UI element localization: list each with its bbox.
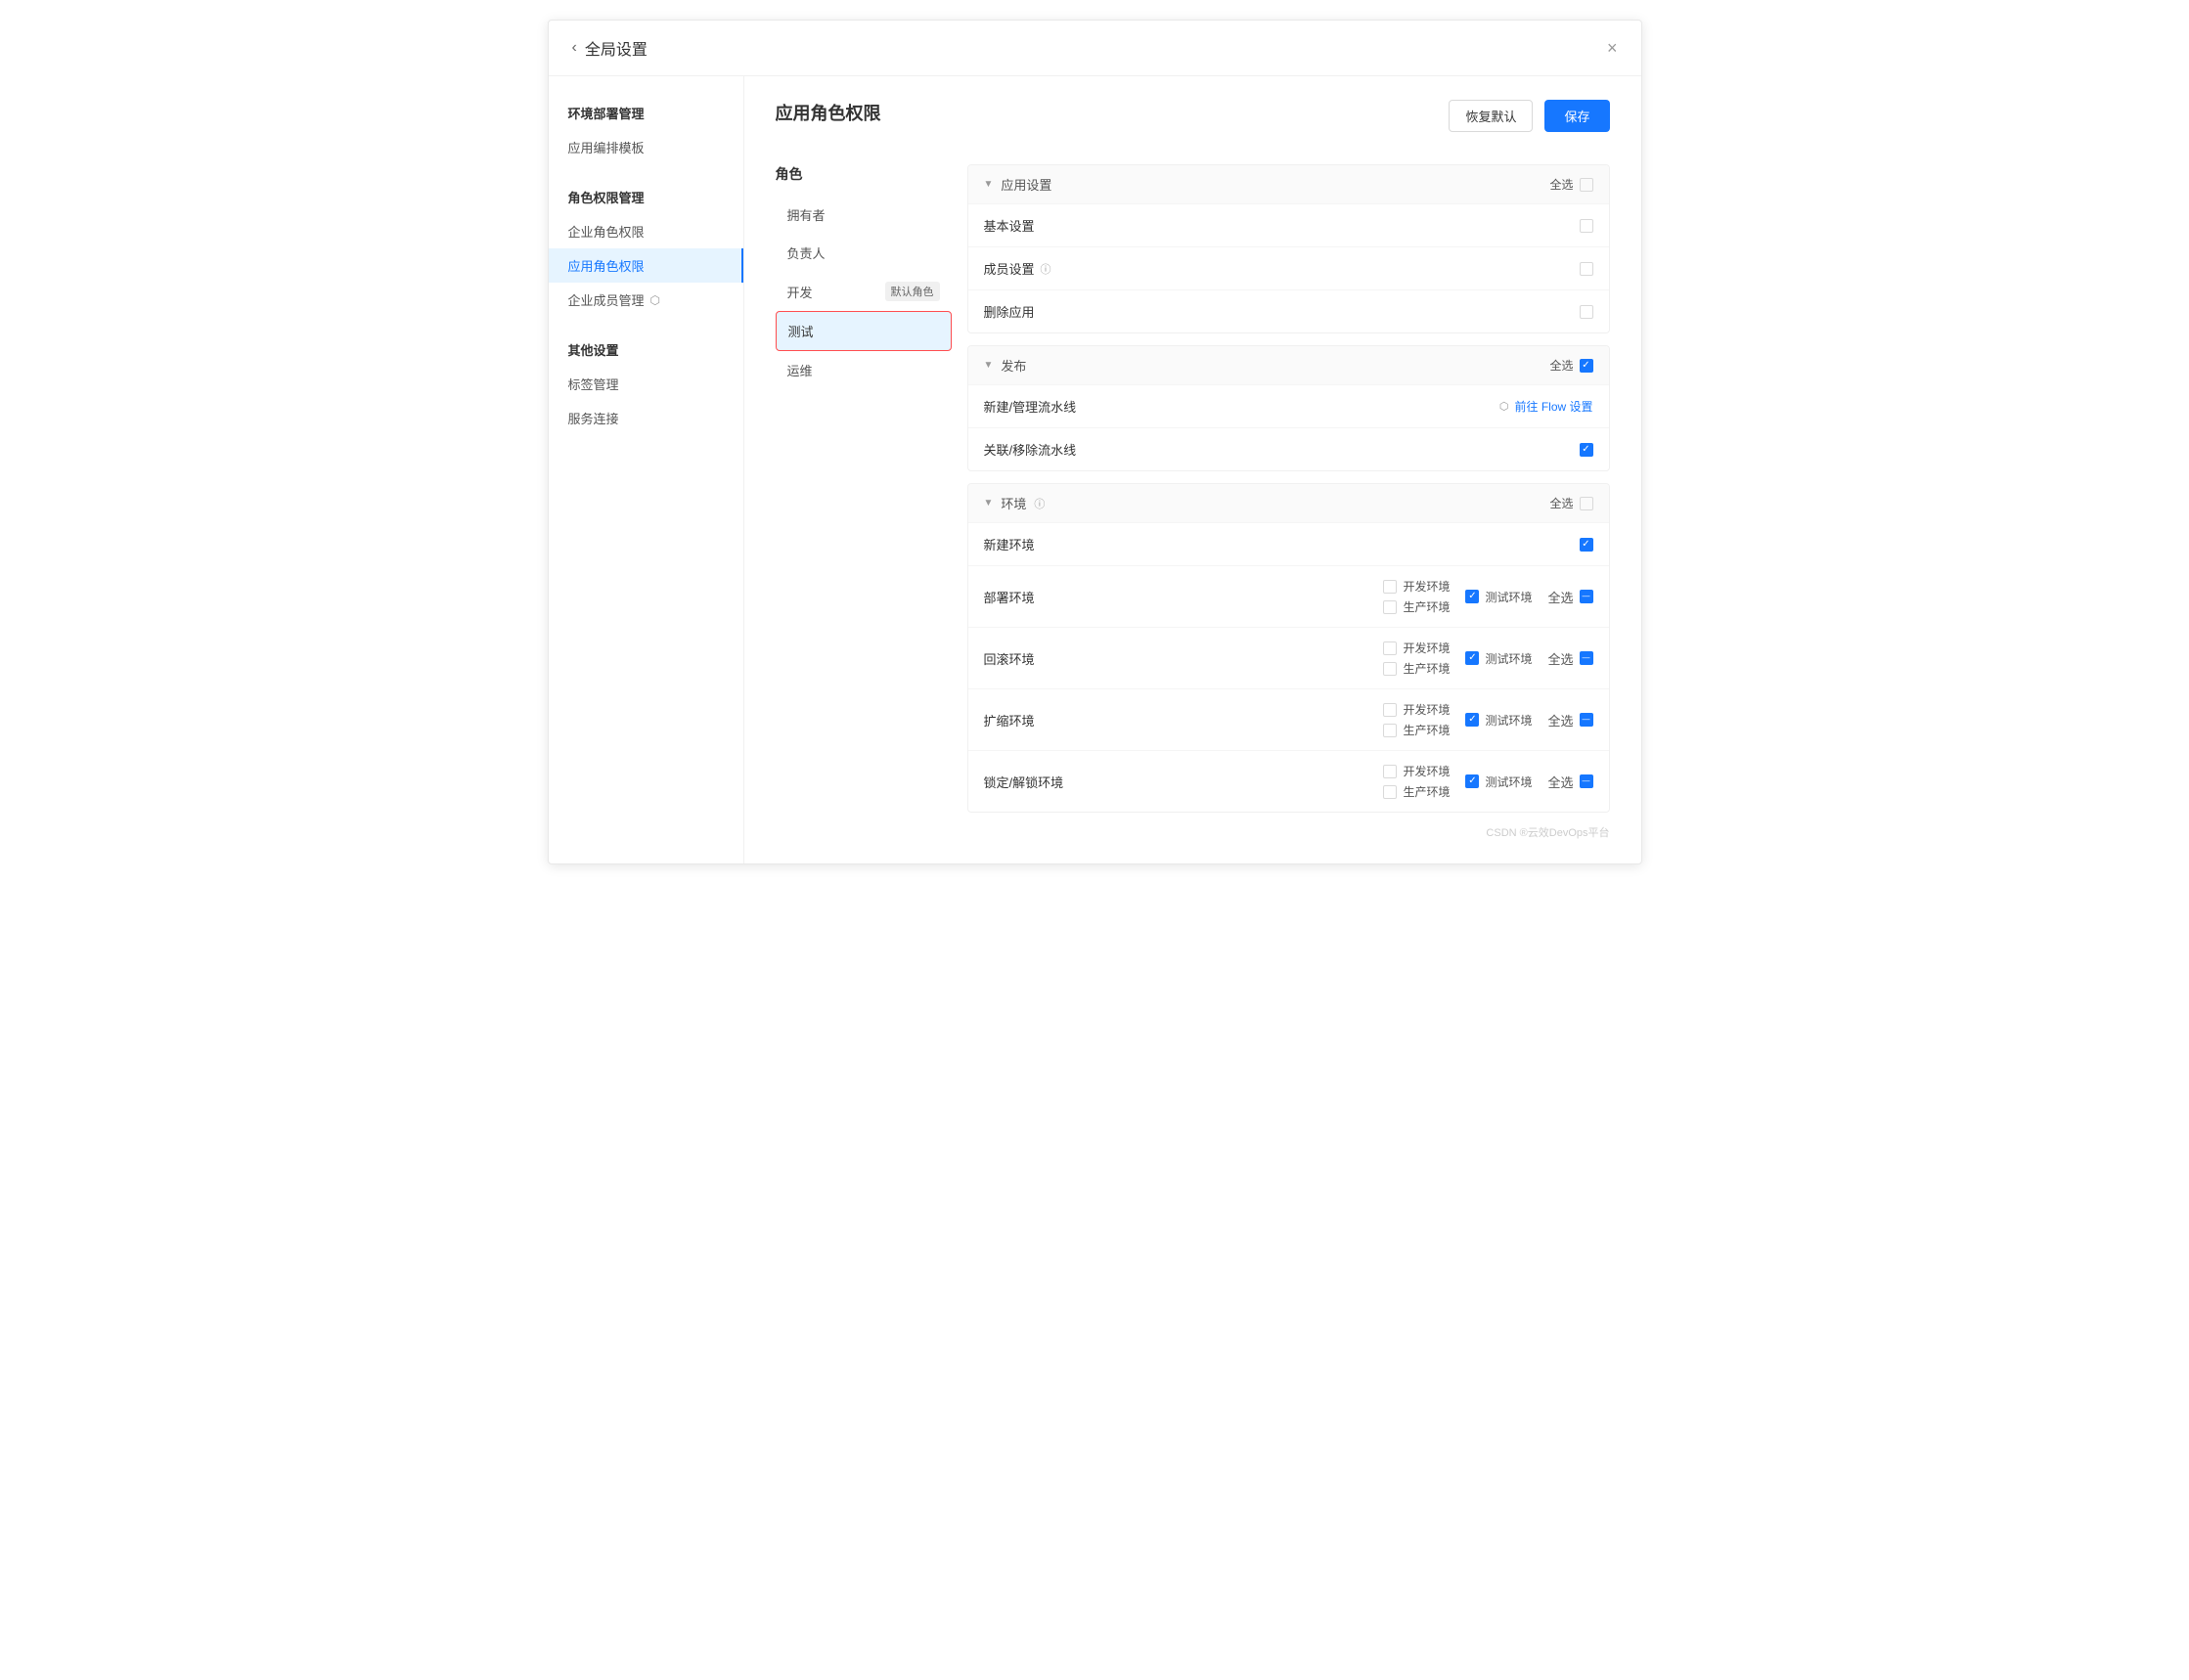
header: ‹ 全局设置 ×: [549, 21, 1641, 76]
group-header-env: ▼ 环境 ⓘ 全选: [968, 484, 1609, 522]
checkbox-lock-dev[interactable]: [1383, 765, 1397, 778]
checkbox-scale-test[interactable]: [1465, 713, 1479, 727]
sidebar-item-service-connect[interactable]: 服务连接: [549, 401, 743, 435]
checkbox-lock-test[interactable]: [1465, 774, 1479, 788]
group-header-publish: ▼ 发布 全选: [968, 346, 1609, 384]
checkbox-basic-settings[interactable]: [1580, 219, 1593, 233]
checkbox-create-env[interactable]: [1580, 538, 1593, 552]
select-all-checkbox-env[interactable]: [1580, 497, 1593, 510]
group-header-app-settings: ▼ 应用设置 全选: [968, 165, 1609, 203]
permission-group-app-settings: ▼ 应用设置 全选 基本设置: [967, 164, 1610, 333]
back-arrow-icon[interactable]: ‹: [572, 39, 577, 57]
header-left: ‹ 全局设置: [572, 36, 648, 60]
roles-section: 角色 拥有者 负责人 开发 默认角色 测试: [776, 164, 1610, 840]
permission-row-rollback-env: 回滚环境 开发环境 生产环境: [968, 627, 1609, 688]
group-title: 应用设置: [1001, 175, 1051, 194]
collapse-icon[interactable]: ▼: [984, 498, 994, 508]
checkbox-deploy-dev[interactable]: [1383, 580, 1397, 594]
sidebar-item-member-mgmt[interactable]: 企业成员管理 ⬡: [549, 283, 743, 317]
permission-row-basic-settings: 基本设置: [968, 203, 1609, 246]
select-all-scale[interactable]: [1580, 713, 1593, 727]
role-item-responsible[interactable]: 负责人: [776, 234, 952, 272]
sidebar-section-other: 其他设置: [549, 332, 743, 367]
checkbox-deploy-test[interactable]: [1465, 590, 1479, 603]
permission-row-remove-pipeline: 关联/移除流水线: [968, 427, 1609, 470]
checkbox-rollback-test[interactable]: [1465, 651, 1479, 665]
sidebar: 环境部署管理 应用编排模板 角色权限管理 企业角色权限 应用角色权限 企业成员管…: [549, 76, 744, 863]
permissions-panel: ▼ 应用设置 全选 基本设置: [967, 164, 1610, 840]
toolbar: 恢复默认 保存: [1449, 100, 1609, 132]
role-item-owner[interactable]: 拥有者: [776, 196, 952, 234]
header-title: 全局设置: [585, 36, 648, 60]
group-title: 发布: [1001, 356, 1026, 375]
checkbox-rollback-prod[interactable]: [1383, 662, 1397, 676]
permission-group-publish: ▼ 发布 全选 新建/管理流水线 ⬡: [967, 345, 1610, 471]
watermark: CSDN ®云效DevOps平台: [967, 824, 1610, 840]
permission-row-create-env: 新建环境: [968, 522, 1609, 565]
info-icon-env: ⓘ: [1034, 496, 1045, 511]
main-content: 应用角色权限 恢复默认 保存 角色 拥有者 负责人: [744, 76, 1641, 863]
select-all-lock[interactable]: [1580, 774, 1593, 788]
external-icon: ⬡: [1499, 400, 1509, 413]
permission-row-lock-env: 锁定/解锁环境 开发环境 生产环境: [968, 750, 1609, 812]
select-all-rollback[interactable]: [1580, 651, 1593, 665]
body: 环境部署管理 应用编排模板 角色权限管理 企业角色权限 应用角色权限 企业成员管…: [549, 76, 1641, 863]
checkbox-rollback-dev[interactable]: [1383, 641, 1397, 655]
sidebar-section-env: 环境部署管理: [549, 96, 743, 130]
default-badge: 默认角色: [885, 282, 940, 301]
checkbox-lock-prod[interactable]: [1383, 785, 1397, 799]
role-item-ops[interactable]: 运维: [776, 351, 952, 389]
sidebar-section-role: 角色权限管理: [549, 180, 743, 214]
group-title: 环境: [1001, 494, 1026, 512]
sidebar-item-app-template[interactable]: 应用编排模板: [549, 130, 743, 164]
checkbox-scale-prod[interactable]: [1383, 724, 1397, 737]
permission-row-scale-env: 扩缩环境 开发环境 生产环境: [968, 688, 1609, 750]
select-all-checkbox-app-settings[interactable]: [1580, 178, 1593, 192]
restore-default-button[interactable]: 恢复默认: [1449, 100, 1533, 132]
roles-label: 角色: [776, 164, 952, 184]
select-all-deploy[interactable]: [1580, 590, 1593, 603]
save-button[interactable]: 保存: [1544, 100, 1609, 132]
permission-row-member-settings: 成员设置 ⓘ: [968, 246, 1609, 289]
checkbox-deploy-prod[interactable]: [1383, 600, 1397, 614]
sidebar-item-app-role[interactable]: 应用角色权限: [549, 248, 743, 283]
permission-row-delete-app: 删除应用: [968, 289, 1609, 332]
select-all-checkbox-publish[interactable]: [1580, 359, 1593, 373]
external-link-icon: ⬡: [650, 293, 660, 307]
sidebar-item-tag-mgmt[interactable]: 标签管理: [549, 367, 743, 401]
checkbox-member-settings[interactable]: [1580, 262, 1593, 276]
checkbox-remove-pipeline[interactable]: [1580, 443, 1593, 457]
info-icon-member: ⓘ: [1041, 261, 1051, 277]
permission-group-env: ▼ 环境 ⓘ 全选 新建环境: [967, 483, 1610, 813]
collapse-icon[interactable]: ▼: [984, 360, 994, 371]
roles-list: 角色 拥有者 负责人 开发 默认角色 测试: [776, 164, 952, 840]
checkbox-delete-app[interactable]: [1580, 305, 1593, 319]
permission-row-manage-pipeline: 新建/管理流水线 ⬡ 前往 Flow 设置: [968, 384, 1609, 427]
permission-row-deploy-env: 部署环境 开发环境 生产环境: [968, 565, 1609, 627]
sidebar-item-enterprise-role[interactable]: 企业角色权限: [549, 214, 743, 248]
collapse-icon[interactable]: ▼: [984, 179, 994, 190]
checkbox-scale-dev[interactable]: [1383, 703, 1397, 717]
flow-settings-link[interactable]: 前往 Flow 设置: [1514, 398, 1592, 415]
close-button[interactable]: ×: [1607, 39, 1618, 57]
role-item-test[interactable]: 测试: [776, 311, 952, 351]
page-title: 应用角色权限: [776, 100, 881, 125]
role-item-dev[interactable]: 开发 默认角色: [776, 272, 952, 311]
